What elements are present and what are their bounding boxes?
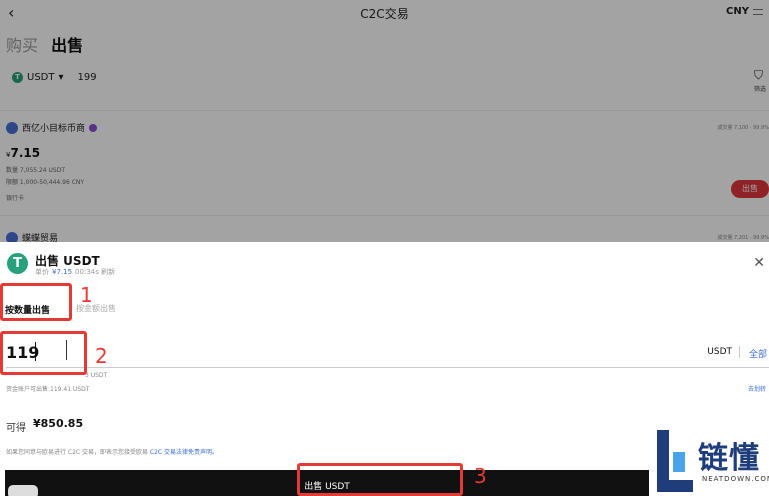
available-balance: 资金账户可出售:119.41 USDT bbox=[6, 386, 90, 393]
watermark-text: 链懂 bbox=[698, 441, 760, 476]
refresh-countdown: 00:34s 刷新 bbox=[75, 268, 116, 276]
input-underline bbox=[6, 367, 769, 368]
all-button[interactable]: 全部 bbox=[749, 347, 767, 360]
annotation-box-2 bbox=[0, 331, 87, 375]
legal-disclaimer: 如果您同意与欧易进行 C2C 交易，即表示您接受欧易 C2C 交易法律免责声明。 bbox=[6, 449, 219, 456]
chat-bubble[interactable] bbox=[8, 485, 38, 496]
annotation-box-1 bbox=[0, 283, 72, 321]
annotation-number-2: 2 bbox=[95, 344, 108, 368]
annotation-number-1: 1 bbox=[80, 283, 93, 307]
watermark-logo-icon bbox=[657, 430, 693, 492]
annotation-box-3 bbox=[297, 463, 463, 496]
divider bbox=[739, 346, 740, 358]
watermark-url: NEATDOWN.COM bbox=[702, 475, 769, 483]
limit-hint: 3 USDT bbox=[85, 372, 108, 379]
quantity-unit: USDT bbox=[707, 347, 732, 357]
close-icon[interactable]: ✕ bbox=[753, 255, 765, 271]
receive-value: ¥850.85 bbox=[33, 417, 84, 430]
usdt-icon: T bbox=[7, 253, 28, 274]
transfer-link[interactable]: 去划转 bbox=[748, 384, 766, 393]
unit-price-line: 单价 ¥7.15 00:34s 刷新 bbox=[35, 268, 116, 276]
unit-price: ¥7.15 bbox=[52, 268, 73, 276]
receive-label: 可得 bbox=[6, 423, 26, 434]
annotation-number-3: 3 bbox=[474, 464, 487, 488]
disclaimer-link[interactable]: C2C 交易法律免责声明。 bbox=[150, 449, 218, 456]
